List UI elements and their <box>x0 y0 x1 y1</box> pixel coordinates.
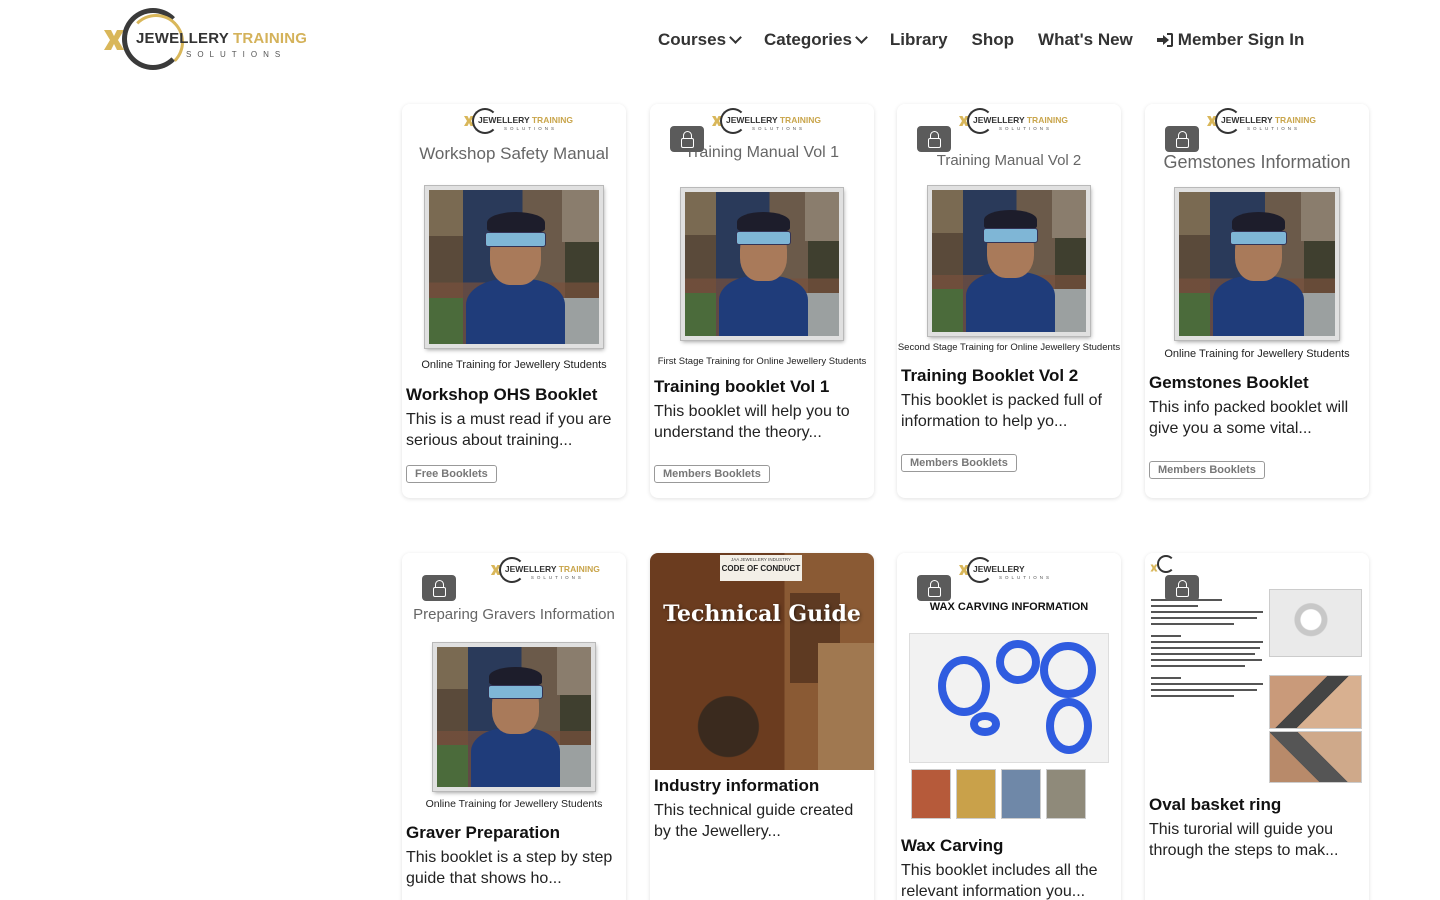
tutorial-text-preview <box>1151 599 1269 701</box>
category-tag[interactable]: Members Booklets <box>1149 461 1265 479</box>
card-title[interactable]: Graver Preparation <box>406 822 622 844</box>
nav-shop-label: Shop <box>971 30 1015 49</box>
wax-carvings-photo <box>909 633 1109 763</box>
booklet-cover[interactable] <box>1145 553 1369 790</box>
category-tag[interactable]: Free Booklets <box>406 465 497 483</box>
cover-logo: JEWELLERY TRAINING SOLUTIONS <box>1207 108 1316 136</box>
card-title[interactable]: Wax Carving <box>901 835 1117 857</box>
technical-guide-image: JAA JEWELLERY INDUSTRY CODE OF CONDUCT T… <box>650 553 874 770</box>
nav-categories-label: Categories <box>764 30 852 49</box>
booklet-card-oval-basket-ring[interactable]: Oval basket ring This turorial will guid… <box>1145 553 1369 900</box>
cover-photo <box>1175 188 1339 340</box>
nav-whats-new[interactable]: What's New <box>1038 30 1133 50</box>
cover-subtitle: Second Stage Training for Online Jewelle… <box>897 342 1121 353</box>
member-sign-in-label: Member Sign In <box>1177 30 1305 49</box>
main-nav: Courses Categories Library Shop What's N… <box>658 28 1304 52</box>
booklet-cover[interactable]: JEWELLERY TRAINING SOLUTIONS Gemstones In… <box>1145 104 1369 368</box>
cover-title: Technical Guide <box>663 601 861 627</box>
booklet-cover[interactable]: JEWELLERY TRAINING SOLUTIONS Workshop Saf… <box>402 104 626 380</box>
ring-photo <box>1269 589 1362 657</box>
wax-thumbnails <box>911 769 1086 819</box>
logo-wordmark: JEWELLERY TRAINING <box>136 30 308 47</box>
card-title[interactable]: Industry information <box>654 775 870 797</box>
sign-in-icon <box>1156 33 1173 47</box>
booklet-card-graver-preparation[interactable]: JEWELLERY TRAINING SOLUTIONS Preparing Gr… <box>402 553 626 900</box>
category-tag[interactable]: Members Booklets <box>901 454 1017 472</box>
booklet-cover[interactable]: JEWELLERY TRAINING SOLUTIONS Preparing Gr… <box>402 553 626 818</box>
nav-library[interactable]: Library <box>890 30 948 50</box>
cover-title: Training Manual Vol 2 <box>936 152 1082 169</box>
card-title[interactable]: Training booklet Vol 1 <box>654 376 870 398</box>
nav-library-label: Library <box>889 30 948 49</box>
lock-icon <box>422 575 456 601</box>
setting-photo <box>1269 731 1362 783</box>
card-description: This turorial will guide you through the… <box>1149 821 1339 859</box>
cover-subtitle: First Stage Training for Online Jeweller… <box>657 356 867 367</box>
card-description: This booklet will help you to understand… <box>654 403 850 441</box>
nav-whats-new-label: What's New <box>1038 30 1133 49</box>
member-sign-in-link[interactable]: Member Sign In <box>1156 30 1305 50</box>
booklet-cover[interactable]: JEWELLERY SOLUTIONS WAX CARVING INFORMATI… <box>897 553 1121 831</box>
cover-title: Gemstones Information <box>1163 152 1351 172</box>
cover-photo <box>425 186 603 348</box>
cover-title: Preparing Gravers Information <box>413 606 615 623</box>
cover-subtitle: Online Training for Jewellery Students <box>425 798 603 810</box>
lock-icon <box>917 575 951 601</box>
category-tag[interactable]: Members Booklets <box>654 465 770 483</box>
card-description: This booklet is packed full of informati… <box>901 392 1102 430</box>
chevron-down-icon <box>729 31 742 44</box>
cover-subtitle: Online Training for Jewellery Students <box>1164 348 1350 360</box>
booklet-cover[interactable]: JEWELLERY TRAINING SOLUTIONS Training Man… <box>897 104 1121 361</box>
lock-icon <box>1165 126 1199 152</box>
card-description: This booklet includes all the relevant i… <box>901 862 1098 900</box>
booklet-card-gemstones[interactable]: JEWELLERY TRAINING SOLUTIONS Gemstones In… <box>1145 104 1369 498</box>
code-of-conduct-badge: JAA JEWELLERY INDUSTRY CODE OF CONDUCT <box>720 555 802 581</box>
card-description: This is a must read if you are serious a… <box>406 411 612 449</box>
card-description: This technical guide created by the Jewe… <box>654 802 854 840</box>
cover-logo: JEWELLERY TRAINING SOLUTIONS <box>490 557 600 585</box>
cover-title: WAX CARVING INFORMATION <box>929 601 1089 613</box>
cover-photo <box>433 643 595 791</box>
nav-categories[interactable]: Categories <box>764 30 868 50</box>
cover-photo <box>928 186 1090 336</box>
lock-icon <box>670 126 704 152</box>
logo-subtitle: SOLUTIONS <box>186 50 287 59</box>
card-title[interactable]: Training Booklet Vol 2 <box>901 365 1117 387</box>
booklet-card-workshop-ohs[interactable]: JEWELLERY TRAINING SOLUTIONS Workshop Saf… <box>402 104 626 498</box>
booklet-card-wax-carving[interactable]: JEWELLERY SOLUTIONS WAX CARVING INFORMATI… <box>897 553 1121 900</box>
cover-photo <box>681 188 843 340</box>
booklet-cover[interactable]: JAA JEWELLERY INDUSTRY CODE OF CONDUCT T… <box>650 553 874 770</box>
site-logo[interactable]: JEWELLERY TRAINING SOLUTIONS <box>104 8 314 72</box>
card-description: This info packed booklet will give you a… <box>1149 399 1349 437</box>
nav-shop[interactable]: Shop <box>972 30 1015 50</box>
card-description: This booklet is a step by step guide tha… <box>406 849 613 887</box>
cover-logo: JEWELLERY TRAINING SOLUTIONS <box>712 108 821 136</box>
card-title[interactable]: Workshop OHS Booklet <box>406 384 622 406</box>
booklet-card-training-vol2[interactable]: JEWELLERY TRAINING SOLUTIONS Training Man… <box>897 104 1121 498</box>
pliers-photo <box>1269 675 1362 729</box>
lock-icon <box>1165 575 1199 601</box>
cover-title: Workshop Safety Manual <box>419 144 609 163</box>
cover-logo: JEWELLERY TRAINING SOLUTIONS <box>959 108 1068 136</box>
nav-courses[interactable]: Courses <box>658 30 742 50</box>
booklet-card-training-vol1[interactable]: JEWELLERY TRAINING SOLUTIONS Training Man… <box>650 104 874 498</box>
cover-logo: JEWELLERY SOLUTIONS <box>959 557 1059 585</box>
card-title[interactable]: Oval basket ring <box>1149 794 1365 816</box>
card-title[interactable]: Gemstones Booklet <box>1149 372 1365 394</box>
cover-logo: JEWELLERY TRAINING SOLUTIONS <box>464 108 573 136</box>
lock-icon <box>917 126 951 152</box>
chevron-down-icon <box>855 31 868 44</box>
booklet-cover[interactable]: JEWELLERY TRAINING SOLUTIONS Training Man… <box>650 104 874 372</box>
cover-subtitle: Online Training for Jewellery Students <box>421 359 607 371</box>
nav-courses-label: Courses <box>658 30 727 49</box>
booklet-card-industry-information[interactable]: JAA JEWELLERY INDUSTRY CODE OF CONDUCT T… <box>650 553 874 900</box>
logo-x-mark <box>104 30 124 50</box>
